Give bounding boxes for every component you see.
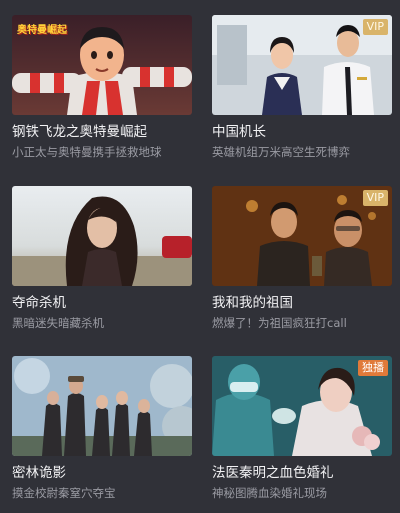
movie-poster[interactable]: VIP (212, 186, 392, 286)
movie-title[interactable]: 我和我的祖国 (212, 294, 392, 312)
vip-badge: VIP (362, 190, 388, 206)
movie-title[interactable]: 钢铁飞龙之奥特曼崛起 (12, 123, 192, 141)
movie-card-captain[interactable]: VIP 中国机长 英雄机组万米高空生死博弈 (212, 15, 392, 160)
movie-card-deadly-trap[interactable]: 夺命杀机 黑暗迷失暗藏杀机 (12, 186, 192, 331)
movie-subtitle: 英雄机组万米高空生死博弈 (212, 145, 350, 159)
movie-title[interactable]: 中国机长 (212, 123, 392, 141)
movie-grid: 奥特曼崛起 钢铁飞龙之奥特曼崛起 小正太与奥特曼携手拯救地球 VIP 中国机长 … (0, 0, 400, 513)
movie-subtitle: 燃爆了！为祖国疯狂打call (212, 316, 347, 330)
movie-card-ultraman[interactable]: 奥特曼崛起 钢铁飞龙之奥特曼崛起 小正太与奥特曼携手拯救地球 (12, 15, 192, 160)
poster-image-deadly-trap (12, 186, 192, 286)
poster-image-jungle (12, 356, 192, 456)
exclusive-badge: 独播 (358, 360, 388, 376)
movie-card-my-country[interactable]: VIP 我和我的祖国 燃爆了！为祖国疯狂打call (212, 186, 392, 331)
movie-poster[interactable] (12, 186, 192, 286)
movie-subtitle: 神秘图腾血染婚礼现场 (212, 486, 327, 500)
movie-title[interactable]: 法医秦明之血色婚礼 (212, 464, 392, 482)
movie-subtitle: 黑暗迷失暗藏杀机 (12, 316, 104, 330)
poster-logo: 奥特曼崛起 (17, 25, 67, 36)
movie-subtitle: 摸金校尉秦窒穴夺宝 (12, 486, 116, 500)
movie-poster[interactable]: 独播 (212, 356, 392, 456)
movie-subtitle: 小正太与奥特曼携手拯救地球 (12, 145, 162, 159)
movie-poster[interactable] (12, 356, 192, 456)
movie-title[interactable]: 夺命杀机 (12, 294, 192, 312)
movie-card-jungle[interactable]: 密林诡影 摸金校尉秦窒穴夺宝 (12, 356, 192, 501)
vip-badge: VIP (362, 19, 388, 35)
movie-poster[interactable]: VIP (212, 15, 392, 115)
movie-poster[interactable]: 奥特曼崛起 (12, 15, 192, 115)
movie-card-forensic[interactable]: 独播 法医秦明之血色婚礼 神秘图腾血染婚礼现场 (212, 356, 392, 501)
movie-title[interactable]: 密林诡影 (12, 464, 192, 482)
